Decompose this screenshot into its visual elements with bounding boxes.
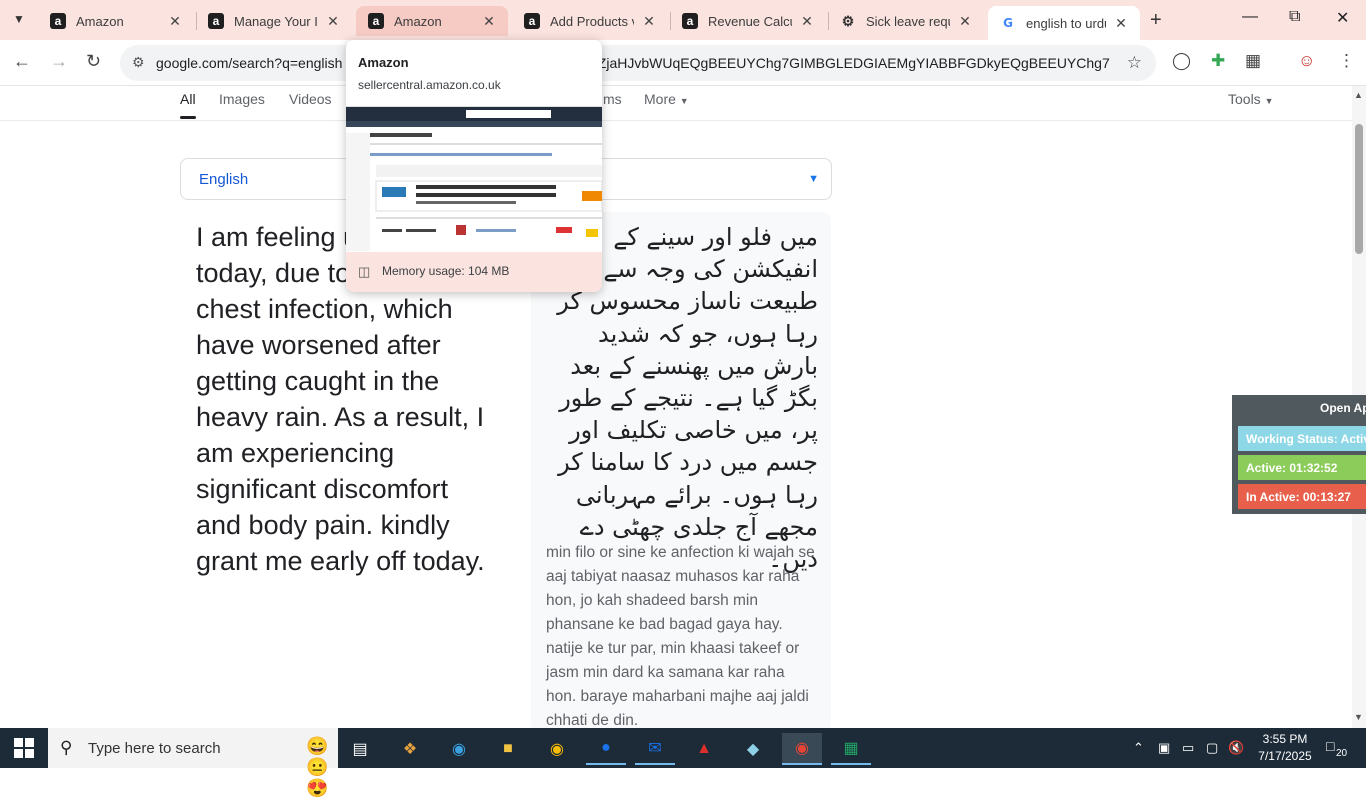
edge-icon[interactable]: ◉ (439, 733, 479, 765)
amazon-icon: a (368, 13, 384, 29)
scroll-up-icon[interactable]: ▲ (1354, 90, 1363, 100)
scroll-thumb[interactable] (1355, 124, 1363, 254)
tab-amazon-2[interactable]: a Amazon ✕ (356, 6, 508, 36)
amazon-icon: a (682, 13, 698, 29)
inactive-time: In Active: 00:13:27 (1238, 484, 1366, 509)
notification-count: 20 (1334, 748, 1350, 759)
address-bar[interactable]: ⚙ google.com/search?q=english gZjaHJvbWU… (120, 45, 1156, 81)
volume-icon[interactable]: 🔇 (1228, 740, 1244, 756)
tab-strip: ▼ a Amazon ✕ a Manage Your Inventory ✕ a… (0, 0, 1366, 40)
close-icon[interactable]: ✕ (798, 13, 816, 30)
close-icon[interactable]: ✕ (1112, 15, 1130, 32)
tab-sick-leave[interactable]: ⚙ Sick leave request ✕ (828, 6, 984, 36)
nav-images[interactable]: Images (219, 91, 265, 107)
new-tab-button[interactable]: + (1150, 9, 1162, 32)
excel-icon[interactable]: ▦ (831, 733, 871, 765)
chrome-active-icon[interactable]: ◉ (782, 733, 822, 765)
system-clock[interactable]: 3:55 PM 7/17/2025 (1256, 731, 1314, 765)
memory-icon: ◫ (358, 264, 371, 279)
target-language-dropdown-icon[interactable]: ▼ (808, 173, 819, 185)
chrome-icon[interactable]: ◉ (537, 733, 577, 765)
network-icon[interactable]: ▢ (1206, 740, 1218, 756)
forward-button[interactable]: → (50, 51, 68, 72)
working-status: Working Status: Active (1238, 426, 1366, 451)
battery-icon[interactable]: ▭ (1182, 740, 1194, 756)
nav-items[interactable]: ms (603, 91, 622, 107)
outlook-icon[interactable]: ✉ (635, 733, 675, 765)
start-button[interactable] (14, 738, 34, 763)
tab-add-products[interactable]: a Add Products via Upload ✕ (512, 6, 668, 36)
profile-icon[interactable]: ☺ (1298, 51, 1315, 71)
seller-central-preview (346, 107, 602, 251)
extension-plus-icon[interactable]: ✚ (1211, 51, 1225, 71)
windows-icon (14, 738, 34, 758)
copilot-icon[interactable]: ❖ (390, 733, 430, 765)
amazon-icon: a (524, 13, 540, 29)
google-icon: G (1000, 15, 1016, 31)
extensions-icon[interactable]: ▦ (1245, 51, 1261, 71)
active-time: Active: 01:32:52 (1238, 455, 1366, 480)
meet-icon[interactable]: ▣ (1158, 740, 1170, 756)
translate-icon[interactable]: ◯ (1172, 51, 1191, 71)
amazon-icon: a (50, 13, 66, 29)
work-status-widget: Open Ap Working Status: Active Active: 0… (1232, 395, 1366, 514)
close-icon[interactable]: ✕ (324, 13, 342, 30)
taskbar-search-box[interactable]: ⚲ Type here to search 😄😐😍 (48, 728, 338, 798)
filezilla-icon[interactable]: ▲ (684, 733, 724, 765)
google-nav: All Images Videos ms More ▼ Tools ▼ (0, 86, 1352, 121)
source-language-select[interactable]: English (199, 171, 248, 188)
file-explorer-icon[interactable]: ■ (488, 733, 528, 765)
tab-hover-card: Amazon sellercentral.amazon.co.uk ◫ Memo… (346, 40, 602, 292)
tray-expand-icon[interactable]: ⌃ (1133, 740, 1144, 756)
reload-button[interactable]: ↻ (86, 51, 101, 72)
close-window-button[interactable]: ✕ (1336, 8, 1349, 28)
zoom-icon[interactable]: ● (586, 733, 626, 765)
tab-amazon-1[interactable]: a Amazon ✕ (38, 6, 194, 36)
close-icon[interactable]: ✕ (166, 13, 184, 30)
scroll-down-icon[interactable]: ▼ (1354, 712, 1363, 722)
hover-card-url: sellercentral.amazon.co.uk (358, 78, 501, 92)
back-button[interactable]: ← (13, 51, 31, 72)
close-icon[interactable]: ✕ (640, 13, 658, 30)
nav-tools[interactable]: Tools ▼ (1228, 91, 1274, 107)
app-icon[interactable]: ◆ (733, 733, 773, 765)
tab-preview-thumbnail (346, 106, 602, 251)
menu-icon[interactable]: ⋮ (1338, 51, 1355, 71)
openai-icon: ⚙ (841, 12, 855, 29)
tab-google-search[interactable]: G english to urdu - Google Search ✕ (988, 6, 1140, 40)
memory-usage-bar: ◫ Memory usage: 104 MB (346, 252, 602, 292)
translation-romanized-text: min filo or sine ke anfection ki wajah s… (546, 544, 815, 729)
task-view-icon[interactable]: ▤ (340, 733, 380, 765)
nav-all[interactable]: All (180, 91, 196, 107)
minimize-button[interactable]: — (1242, 8, 1258, 26)
windows-taskbar: ⚲ Type here to search 😄😐😍 ▤ ❖ ◉ ■ ◉ ● ✉ … (0, 728, 1366, 798)
browser-toolbar: ← → ↻ ⚙ google.com/search?q=english gZja… (0, 40, 1366, 86)
active-tab-underline (180, 116, 196, 119)
nav-videos[interactable]: Videos (289, 91, 332, 107)
hover-card-title: Amazon (358, 55, 409, 70)
tab-manage-inventory[interactable]: a Manage Your Inventory ✕ (196, 6, 352, 36)
close-icon[interactable]: ✕ (480, 13, 498, 30)
tab-revenue-calculator[interactable]: a Revenue Calculator ✕ (670, 6, 826, 36)
bookmark-star-icon[interactable]: ☆ (1127, 53, 1142, 73)
restore-button[interactable]: ⧉ (1289, 8, 1300, 26)
close-icon[interactable]: ✕ (956, 13, 974, 30)
open-app-button[interactable]: Open Ap (1320, 401, 1366, 415)
amazon-icon: a (208, 13, 224, 29)
nav-more[interactable]: More ▼ (644, 91, 689, 107)
site-info-icon[interactable]: ⚙ (132, 54, 145, 71)
search-icon: ⚲ (60, 738, 73, 757)
tab-search-button[interactable]: ▼ (8, 8, 30, 30)
